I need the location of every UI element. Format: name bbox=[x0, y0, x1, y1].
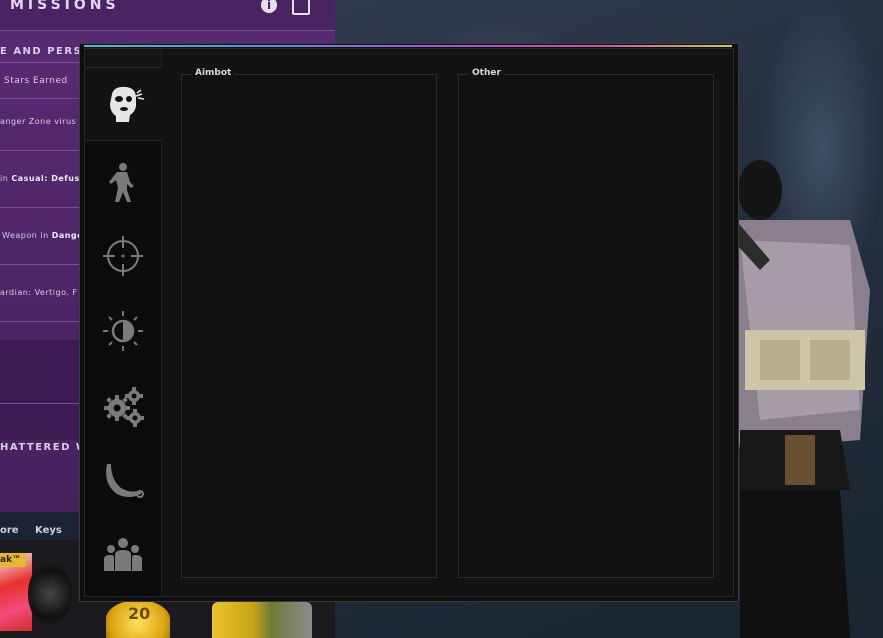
menu-sidebar bbox=[85, 49, 162, 596]
sidebar-top bbox=[85, 49, 161, 68]
divider bbox=[0, 264, 80, 265]
vinyl-record-icon bbox=[28, 562, 72, 626]
divider bbox=[0, 150, 80, 151]
coin-label: 20 bbox=[128, 604, 151, 623]
mission-item[interactable]: anger Zone virus f bbox=[0, 117, 80, 126]
tab-keys[interactable]: Keys bbox=[35, 525, 62, 536]
cheat-menu-window: Aimbot Other bbox=[79, 43, 739, 602]
soldier-icon bbox=[109, 163, 134, 202]
poster-label: ak™ bbox=[0, 553, 26, 567]
tab-store[interactable]: ore bbox=[0, 525, 19, 536]
menu-content: Aimbot Other bbox=[84, 48, 734, 597]
groupbox-title: Aimbot bbox=[192, 68, 235, 78]
tab-ragebot[interactable] bbox=[85, 67, 162, 141]
store-tabs: ore Keys bbox=[0, 520, 80, 540]
divider bbox=[0, 403, 80, 404]
divider bbox=[0, 207, 80, 208]
divider bbox=[0, 98, 80, 99]
masked-head-icon bbox=[109, 86, 144, 122]
mission-stars: Stars Earned bbox=[4, 76, 68, 86]
missions-dark-band bbox=[0, 340, 80, 440]
mission-item[interactable]: ardian: Vertigo. F bbox=[0, 288, 80, 297]
players-icon bbox=[104, 538, 142, 571]
sticker-badge-icon[interactable] bbox=[212, 602, 312, 638]
mission-item[interactable]: Weapon in Dange bbox=[2, 231, 82, 240]
mission-category: HATTERED WE bbox=[0, 442, 80, 453]
groupbox-title: Other bbox=[469, 68, 504, 78]
missions-header: MISSIONS i bbox=[0, 0, 335, 31]
groupbox-other: Other bbox=[458, 68, 714, 578]
tab-aim[interactable] bbox=[85, 219, 161, 293]
tab-players[interactable] bbox=[85, 518, 161, 592]
tab-visuals[interactable] bbox=[85, 294, 161, 368]
divider bbox=[0, 321, 80, 322]
karambit-icon bbox=[106, 464, 144, 498]
mission-category: E AND PERSO bbox=[0, 46, 80, 57]
crosshair-icon bbox=[103, 236, 143, 276]
gears-icon bbox=[104, 387, 144, 427]
accent-bar bbox=[84, 45, 732, 47]
groupbox-aimbot: Aimbot bbox=[181, 68, 437, 578]
mission-item[interactable]: in Casual: Defusa bbox=[0, 174, 80, 183]
brightness-icon bbox=[103, 311, 143, 351]
tab-legitbot[interactable] bbox=[85, 145, 161, 219]
missions-title: MISSIONS bbox=[10, 0, 120, 13]
tab-skins[interactable] bbox=[85, 443, 161, 517]
tab-misc[interactable] bbox=[85, 369, 161, 443]
divider bbox=[0, 62, 80, 63]
external-link-icon[interactable] bbox=[292, 0, 310, 15]
info-icon[interactable]: i bbox=[261, 0, 277, 13]
